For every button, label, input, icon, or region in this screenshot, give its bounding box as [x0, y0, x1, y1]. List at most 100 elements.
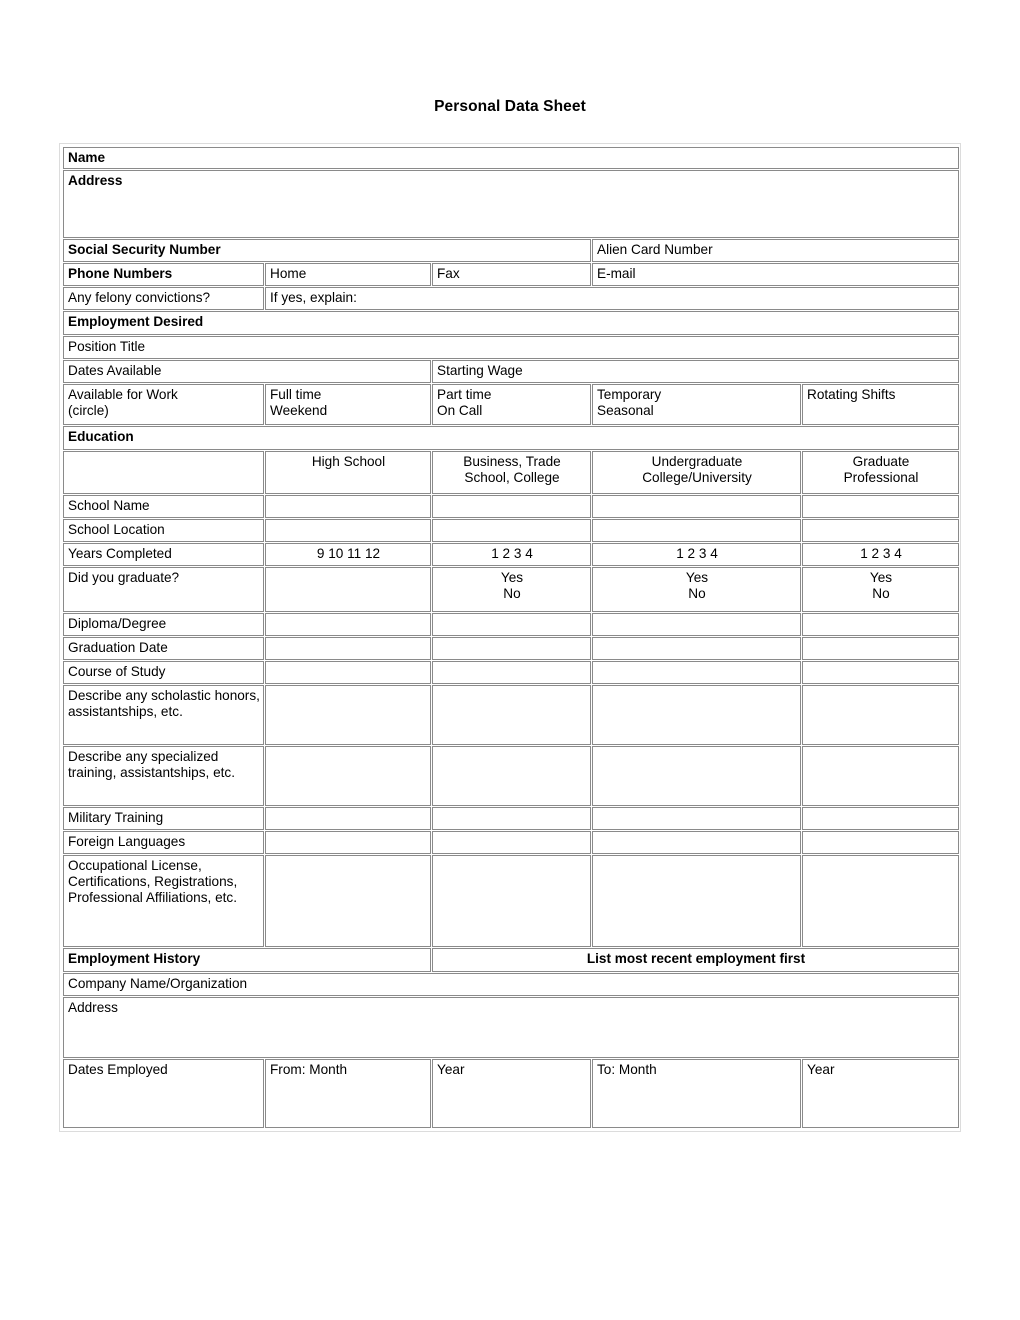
military-training-label: Military Training	[63, 807, 264, 830]
education-header-graduate: Graduate Professional	[802, 451, 959, 494]
course-of-study-high-school-field[interactable]	[265, 661, 431, 684]
employment-address-field[interactable]: Address	[63, 997, 959, 1058]
company-name-field[interactable]: Company Name/Organization	[63, 973, 959, 996]
school-name-business-trade-field[interactable]	[432, 495, 591, 518]
dates-employed-label: Dates Employed	[63, 1059, 264, 1128]
diploma-degree-high-school-field[interactable]	[265, 613, 431, 636]
email-field[interactable]: E-mail	[592, 263, 959, 286]
row-felony-convictions: Any felony convictions? If yes, explain:	[63, 287, 959, 310]
scholastic-honors-graduate-field[interactable]	[802, 685, 959, 745]
occupational-license-business-trade-field[interactable]	[432, 855, 591, 947]
personal-data-sheet-table-frame: Name Address Social Security Number Alie…	[59, 143, 961, 1132]
page: Personal Data Sheet Name Address Social …	[0, 0, 1020, 1320]
alien-card-number-label[interactable]: Alien Card Number	[592, 239, 959, 262]
row-education-column-headers: High School Business, Trade School, Coll…	[63, 451, 959, 494]
availability-option-temporary-seasonal[interactable]: Temporary Seasonal	[592, 384, 801, 425]
did-you-graduate-label: Did you graduate?	[63, 567, 264, 612]
position-title-field[interactable]: Position Title	[63, 336, 959, 359]
school-name-undergraduate-field[interactable]	[592, 495, 801, 518]
specialized-training-graduate-field[interactable]	[802, 746, 959, 806]
foreign-languages-high-school-field[interactable]	[265, 831, 431, 854]
row-dates-available: Dates Available Starting Wage	[63, 360, 959, 383]
from-month-field[interactable]: From: Month	[265, 1059, 431, 1128]
employment-history-note: List most recent employment first	[432, 948, 959, 972]
availability-option-rotating-shifts[interactable]: Rotating Shifts	[802, 384, 959, 425]
section-header-employment-desired: Employment Desired	[63, 311, 959, 335]
military-training-undergraduate-field[interactable]	[592, 807, 801, 830]
section-header-education: Education	[63, 426, 959, 450]
specialized-training-high-school-field[interactable]	[265, 746, 431, 806]
availability-option-full-time-weekend[interactable]: Full time Weekend	[265, 384, 431, 425]
home-phone-field[interactable]: Home	[265, 263, 431, 286]
foreign-languages-graduate-field[interactable]	[802, 831, 959, 854]
to-year-field[interactable]: Year	[802, 1059, 959, 1128]
did-you-graduate-high-school-field[interactable]	[265, 567, 431, 612]
graduation-date-graduate-field[interactable]	[802, 637, 959, 660]
school-location-high-school-field[interactable]	[265, 519, 431, 542]
specialized-training-label: Describe any specialized training, assis…	[63, 746, 264, 806]
military-training-high-school-field[interactable]	[265, 807, 431, 830]
years-completed-undergraduate-options[interactable]: 1 2 3 4	[592, 543, 801, 566]
diploma-degree-undergraduate-field[interactable]	[592, 613, 801, 636]
occupational-license-graduate-field[interactable]	[802, 855, 959, 947]
felony-explain-field[interactable]: If yes, explain:	[265, 287, 959, 310]
row-years-completed: Years Completed 9 10 11 12 1 2 3 4 1 2 3…	[63, 543, 959, 566]
course-of-study-business-trade-field[interactable]	[432, 661, 591, 684]
education-header-business-trade: Business, Trade School, College	[432, 451, 591, 494]
row-company-name: Company Name/Organization	[63, 973, 959, 996]
ssn-label[interactable]: Social Security Number	[63, 239, 591, 262]
row-employment-address: Address	[63, 997, 959, 1058]
page-title: Personal Data Sheet	[434, 98, 586, 115]
graduation-date-undergraduate-field[interactable]	[592, 637, 801, 660]
from-year-field[interactable]: Year	[432, 1059, 591, 1128]
row-dates-employed: Dates Employed From: Month Year To: Mont…	[63, 1059, 959, 1128]
foreign-languages-business-trade-field[interactable]	[432, 831, 591, 854]
dates-available-field[interactable]: Dates Available	[63, 360, 431, 383]
graduation-date-business-trade-field[interactable]	[432, 637, 591, 660]
row-section-education: Education	[63, 426, 959, 450]
education-header-undergraduate: Undergraduate College/University	[592, 451, 801, 494]
row-available-for-work: Available for Work (circle) Full time We…	[63, 384, 959, 425]
row-graduation-date: Graduation Date	[63, 637, 959, 660]
military-training-business-trade-field[interactable]	[432, 807, 591, 830]
address-label[interactable]: Address	[63, 170, 959, 238]
row-scholastic-honors: Describe any scholastic honors, assistan…	[63, 685, 959, 745]
specialized-training-business-trade-field[interactable]	[432, 746, 591, 806]
years-completed-business-trade-options[interactable]: 1 2 3 4	[432, 543, 591, 566]
scholastic-honors-label: Describe any scholastic honors, assistan…	[63, 685, 264, 745]
fax-field[interactable]: Fax	[432, 263, 591, 286]
felony-convictions-label: Any felony convictions?	[63, 287, 264, 310]
school-name-graduate-field[interactable]	[802, 495, 959, 518]
school-location-graduate-field[interactable]	[802, 519, 959, 542]
school-name-high-school-field[interactable]	[265, 495, 431, 518]
to-month-field[interactable]: To: Month	[592, 1059, 801, 1128]
occupational-license-undergraduate-field[interactable]	[592, 855, 801, 947]
did-you-graduate-undergraduate-options[interactable]: Yes No	[592, 567, 801, 612]
foreign-languages-undergraduate-field[interactable]	[592, 831, 801, 854]
starting-wage-field[interactable]: Starting Wage	[432, 360, 959, 383]
military-training-graduate-field[interactable]	[802, 807, 959, 830]
row-specialized-training: Describe any specialized training, assis…	[63, 746, 959, 806]
occupational-license-high-school-field[interactable]	[265, 855, 431, 947]
diploma-degree-graduate-field[interactable]	[802, 613, 959, 636]
did-you-graduate-graduate-options[interactable]: Yes No	[802, 567, 959, 612]
scholastic-honors-high-school-field[interactable]	[265, 685, 431, 745]
course-of-study-graduate-field[interactable]	[802, 661, 959, 684]
specialized-training-undergraduate-field[interactable]	[592, 746, 801, 806]
scholastic-honors-undergraduate-field[interactable]	[592, 685, 801, 745]
row-school-name: School Name	[63, 495, 959, 518]
scholastic-honors-business-trade-field[interactable]	[432, 685, 591, 745]
diploma-degree-business-trade-field[interactable]	[432, 613, 591, 636]
school-location-business-trade-field[interactable]	[432, 519, 591, 542]
years-completed-graduate-options[interactable]: 1 2 3 4	[802, 543, 959, 566]
graduation-date-high-school-field[interactable]	[265, 637, 431, 660]
name-label[interactable]: Name	[63, 147, 959, 169]
course-of-study-undergraduate-field[interactable]	[592, 661, 801, 684]
school-location-undergraduate-field[interactable]	[592, 519, 801, 542]
row-course-of-study: Course of Study	[63, 661, 959, 684]
availability-option-part-time-on-call[interactable]: Part time On Call	[432, 384, 591, 425]
course-of-study-label: Course of Study	[63, 661, 264, 684]
years-completed-high-school-options[interactable]: 9 10 11 12	[265, 543, 431, 566]
available-for-work-label: Available for Work (circle)	[63, 384, 264, 425]
did-you-graduate-business-trade-options[interactable]: Yes No	[432, 567, 591, 612]
